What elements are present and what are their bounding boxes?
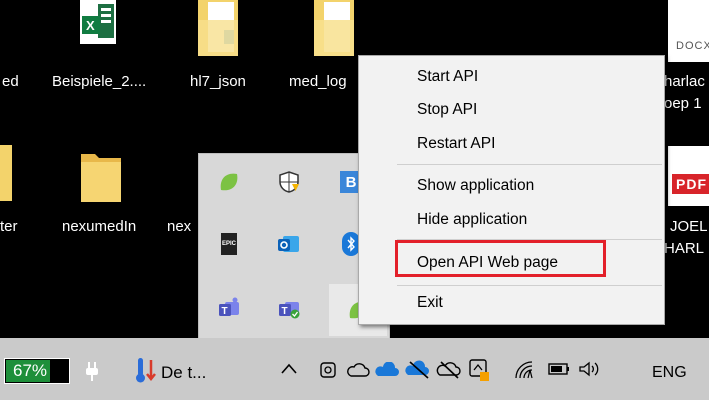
teams-check-icon[interactable]: T <box>275 294 303 322</box>
windows-security-icon[interactable] <box>275 168 303 196</box>
battery-icon[interactable] <box>548 362 570 376</box>
menu-item-show-application[interactable]: Show application <box>417 177 534 195</box>
menu-item-exit[interactable]: Exit <box>417 294 443 312</box>
onedrive-cloud-icon[interactable] <box>346 362 370 378</box>
pdf-badge: PDF <box>672 174 709 194</box>
desktop-icon-label: ter <box>0 218 18 235</box>
desktop-label-harl: HARL <box>664 240 705 257</box>
battery-percent: 67% <box>13 361 48 380</box>
desktop-icon-label: nexumedIn <box>62 218 137 235</box>
power-plug-icon[interactable] <box>86 359 98 383</box>
battery-indicator[interactable]: 67% <box>4 358 70 384</box>
menu-item-start-api[interactable]: Start API <box>417 68 478 86</box>
docx-badge: DOCX <box>676 40 709 52</box>
desktop-icon-label: nex <box>167 218 192 235</box>
epic-games-icon[interactable]: EPIC <box>215 230 243 258</box>
menu-item-stop-api[interactable]: Stop API <box>417 101 477 119</box>
folder-icon <box>314 0 354 56</box>
svg-text:X: X <box>86 18 95 33</box>
weather-text[interactable]: De t... <box>161 363 206 383</box>
folder-icon <box>198 0 238 56</box>
docx-file-icon[interactable]: DOCX <box>668 0 709 62</box>
desktop-icon-label: med_log <box>289 73 347 90</box>
teams-icon[interactable]: T <box>215 294 243 322</box>
camera-icon[interactable] <box>318 360 338 380</box>
folder-icon <box>0 145 12 201</box>
desktop-icon-label: hl7_json <box>190 73 246 90</box>
svg-text:T: T <box>222 306 228 317</box>
menu-separator <box>397 164 662 165</box>
menu-item-hide-application[interactable]: Hide application <box>417 211 527 229</box>
weather-thermometer-icon[interactable] <box>134 356 158 384</box>
onedrive-blue-icon[interactable] <box>374 362 400 378</box>
outlook-icon[interactable] <box>275 230 303 258</box>
pdf-file-icon[interactable]: PDF <box>668 146 709 206</box>
chevron-up-icon[interactable] <box>280 362 298 376</box>
green-app-icon[interactable] <box>215 168 243 196</box>
epic-text: EPIC <box>221 233 237 255</box>
pen-wifi-icon[interactable] <box>514 360 534 380</box>
app-status-icon[interactable] <box>468 358 490 382</box>
svg-text:T: T <box>282 306 288 317</box>
folder-icon <box>81 154 121 202</box>
menu-separator <box>397 285 662 286</box>
taskbar: 67% De t... ENG <box>0 338 709 400</box>
onedrive-sync-paused-icon[interactable] <box>404 360 432 380</box>
desktop-icon-label: Beispiele_2.... <box>52 73 147 90</box>
excel-file-icon: X <box>80 0 116 44</box>
language-indicator[interactable]: ENG <box>652 364 687 382</box>
desktop-label-joel: JOEL <box>670 218 708 235</box>
context-menu: Start API Stop API Restart API Show appl… <box>358 55 665 325</box>
menu-item-restart-api[interactable]: Restart API <box>417 135 495 153</box>
desktop-icon-label: ed <box>2 73 19 90</box>
desktop-label-harlac: harlac <box>664 73 705 90</box>
onedrive-offline-icon[interactable] <box>436 360 462 380</box>
volume-icon[interactable] <box>578 360 602 378</box>
menu-item-open-api-web-page[interactable]: Open API Web page <box>417 254 558 272</box>
desktop-label-oep: oep 1 <box>664 95 702 112</box>
